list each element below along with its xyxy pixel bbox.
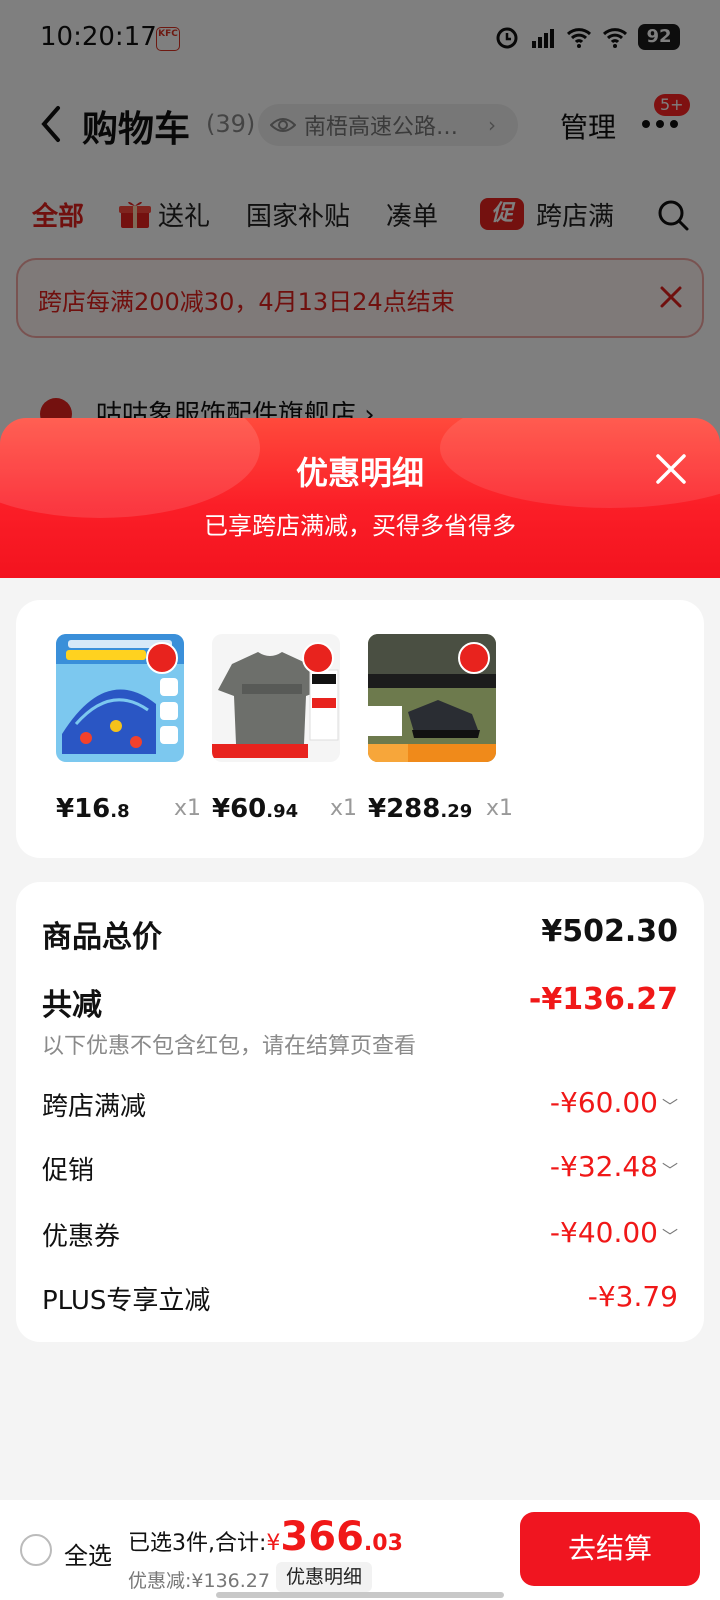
tshirt-product-image <box>212 634 340 762</box>
total-price-label: 商品总价 <box>42 920 162 955</box>
chevron-down-icon: ﹀ <box>661 1097 678 1116</box>
amount-decimal: .03 <box>363 1531 403 1556</box>
coupon-label: 优惠券 <box>42 1222 121 1252</box>
selected-check-icon <box>302 642 334 674</box>
promotion-value[interactable]: -¥32.48 ﹀ <box>550 1150 678 1183</box>
currency-symbol: ¥ <box>266 1531 281 1556</box>
plus-discount-label: PLUS专享立减 <box>42 1286 211 1316</box>
close-icon[interactable] <box>654 452 688 486</box>
product-price: ¥16.8 <box>56 794 130 824</box>
product-quantity: x1 <box>486 796 514 821</box>
price-summary-card: 商品总价 ¥502.30 共减 -¥136.27 以下优惠不包含红包，请在结算页… <box>16 882 704 1342</box>
sheet-title: 优惠明细 <box>295 454 424 492</box>
discount-detail-button[interactable]: 优惠明细 <box>276 1562 373 1592</box>
cross-store-discount-value[interactable]: -¥60.00 ﹀ <box>550 1086 678 1119</box>
umbrella-product-image <box>56 634 184 762</box>
modal-overlay[interactable] <box>0 0 720 460</box>
discount-summary: 优惠减:¥136.27 <box>128 1570 270 1592</box>
selected-check-icon <box>458 642 490 674</box>
amount-integer: 366 <box>280 1514 364 1560</box>
home-indicator <box>216 1592 504 1598</box>
coupon-value[interactable]: -¥40.00 ﹀ <box>550 1216 678 1249</box>
product-item[interactable]: ¥288.29 x1 <box>346 634 513 834</box>
sheet-body: ¥16.8 x1 ¥60.94 x1 ¥288.29 x1 商品总价 ¥502.… <box>0 578 720 1500</box>
plus-discount-value: -¥3.79 <box>587 1280 678 1313</box>
chevron-down-icon: ﹀ <box>661 1227 678 1246</box>
total-reduction-label: 共减 <box>42 988 102 1023</box>
product-price: ¥60.94 <box>212 794 299 824</box>
selected-check-icon <box>146 642 178 674</box>
shoe-product-image <box>368 634 496 762</box>
selected-count-text: 已选3件,合计: <box>128 1531 267 1556</box>
reduction-note: 以下优惠不包含红包，请在结算页查看 <box>42 1034 417 1059</box>
product-item[interactable]: ¥60.94 x1 <box>190 634 357 834</box>
product-item[interactable]: ¥16.8 x1 <box>34 634 201 834</box>
total-amount: 已选3件,合计:¥366.03 <box>128 1514 403 1560</box>
select-all-checkbox[interactable] <box>20 1534 52 1566</box>
cross-store-discount-label: 跨店满减 <box>42 1092 147 1122</box>
sheet-header: 优惠明细 已享跨店满减，买得多省得多 <box>0 418 720 578</box>
total-price-value: ¥502.30 <box>541 914 678 949</box>
product-price: ¥288.29 <box>368 794 473 824</box>
promotion-label: 促销 <box>42 1156 95 1186</box>
total-reduction-value: -¥136.27 <box>528 982 678 1017</box>
select-all-label[interactable]: 全选 <box>64 1536 112 1571</box>
checkout-button[interactable]: 去结算 <box>520 1512 700 1586</box>
chevron-down-icon: ﹀ <box>661 1161 678 1180</box>
checkout-bar: 全选 已选3件,合计:¥366.03 优惠减:¥136.27 优惠明细 去结算 <box>0 1500 720 1600</box>
selected-products-card: ¥16.8 x1 ¥60.94 x1 ¥288.29 x1 <box>16 600 704 858</box>
sheet-subtitle: 已享跨店满减，买得多省得多 <box>204 512 516 540</box>
